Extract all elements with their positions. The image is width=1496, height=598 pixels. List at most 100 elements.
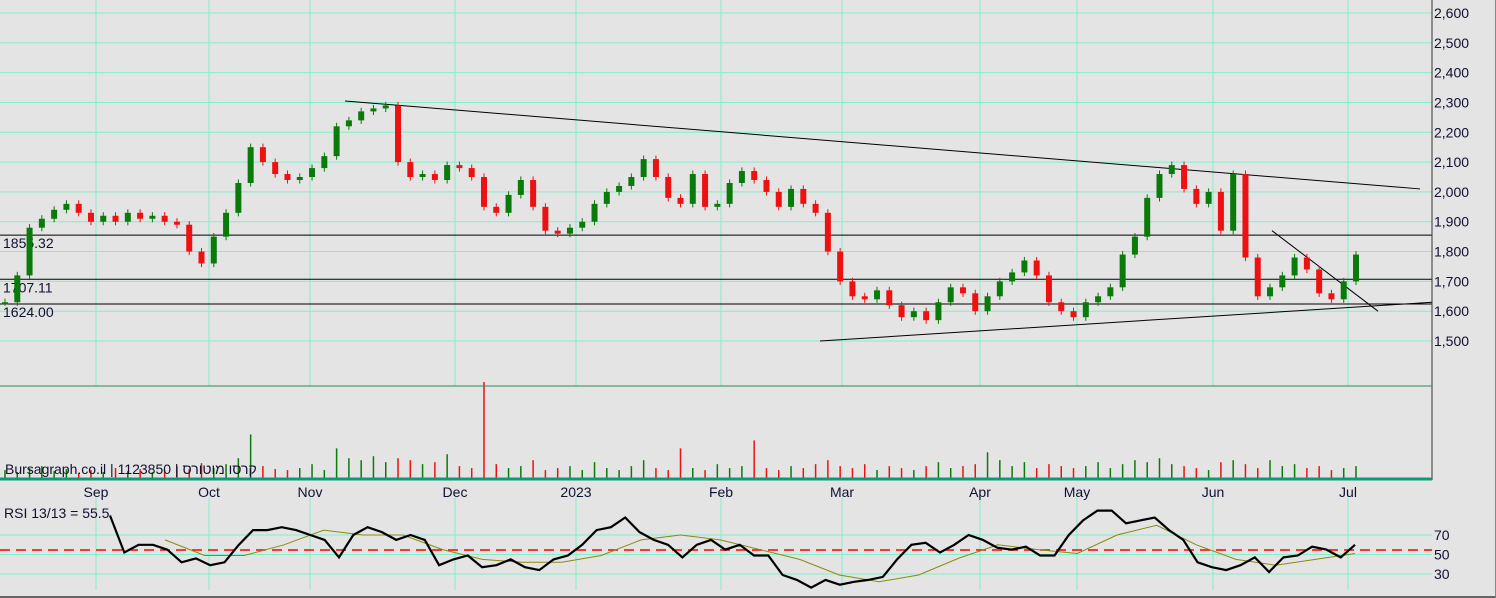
candle-body: [959, 287, 966, 294]
candle-body: [51, 209, 58, 219]
candle-body: [480, 177, 487, 207]
candle-body: [333, 126, 340, 157]
x-tick-label: Sep: [84, 484, 109, 500]
candle-body: [1045, 275, 1052, 303]
candle-body: [1033, 260, 1040, 276]
trendline: [1271, 230, 1379, 312]
candle-body: [1058, 302, 1065, 312]
candle-body: [358, 111, 365, 121]
candle-body: [1316, 269, 1323, 294]
candle-body: [124, 212, 131, 222]
candle-body: [63, 203, 70, 210]
candle-body: [726, 182, 733, 204]
candle-body: [566, 227, 573, 234]
candle-body: [1021, 260, 1028, 273]
x-tick-label: Mar: [830, 484, 854, 500]
level-label: 1707.11: [3, 279, 53, 295]
candle-body: [1291, 257, 1298, 276]
candle-body: [677, 197, 684, 204]
candle-body: [935, 302, 942, 321]
candle-body: [910, 311, 917, 318]
candle-body: [1193, 188, 1200, 204]
candle-body: [824, 212, 831, 252]
rsi-line: [108, 509, 1356, 589]
candle-body: [861, 296, 868, 300]
y-tick-label: 2,400: [1434, 65, 1469, 81]
candle-body: [1144, 197, 1151, 237]
candle-body: [112, 215, 119, 222]
candle-body: [788, 188, 795, 207]
candle-body: [984, 296, 991, 312]
candle-body: [38, 218, 45, 228]
candle-body: [1082, 302, 1089, 318]
candle-body: [972, 293, 979, 312]
candle-body: [284, 174, 291, 180]
y-tick-label: 2,300: [1434, 94, 1469, 110]
candle-body: [530, 179, 537, 207]
y-tick-label: 1,800: [1434, 244, 1469, 260]
candle-body: [775, 191, 782, 207]
candle-body: [321, 156, 328, 169]
candle-body: [1156, 174, 1163, 198]
rsi-panel: 70 50 30: [0, 509, 1450, 589]
candle-body: [259, 147, 266, 163]
candle-body: [996, 281, 1003, 297]
candle-body: [849, 281, 856, 297]
candle-body: [345, 120, 352, 127]
candle-body: [923, 311, 930, 321]
candle-body: [137, 212, 144, 219]
candle-body: [898, 305, 905, 318]
x-tick-label: Feb: [709, 484, 733, 500]
trendline: [344, 100, 1421, 190]
rsi-label: RSI 13/13 = 55.5: [4, 505, 110, 521]
candle-body: [100, 215, 107, 222]
x-tick-label: Jun: [1202, 484, 1225, 500]
candle-body: [456, 165, 463, 169]
candle-body: [616, 185, 623, 192]
candle-body: [444, 165, 451, 180]
candle-body: [886, 290, 893, 306]
candle-body: [738, 171, 745, 183]
candle-body: [407, 162, 414, 178]
candle-body: [309, 168, 316, 178]
rsi-tick-label: 30: [1434, 566, 1450, 582]
candle-body: [272, 162, 279, 175]
candle-body: [1181, 165, 1188, 189]
x-tick-label: Nov: [298, 484, 323, 500]
x-tick-label: May: [1064, 484, 1090, 500]
candle-body: [1353, 254, 1359, 282]
rsi-tick-label: 70: [1434, 527, 1450, 543]
candle-body: [1009, 272, 1016, 282]
candle-body: [296, 177, 303, 180]
x-tick-label: 2023: [560, 484, 591, 500]
candle-body: [874, 290, 881, 300]
candle-body: [247, 147, 254, 183]
candle-body: [505, 194, 512, 213]
candle-body: [628, 177, 635, 186]
candle-body: [382, 105, 389, 109]
chart-svg: 1855.321707.111624.00 705030 SepOctNovDe…: [0, 0, 1469, 590]
candle-body: [702, 174, 709, 207]
level-label: 1624.00: [3, 304, 54, 320]
candle-body: [812, 203, 819, 213]
candle-body: [1328, 293, 1335, 300]
rsi-signal-line: [164, 524, 1356, 583]
candle-body: [223, 212, 230, 237]
candles: [2, 101, 1359, 324]
candle-body: [665, 177, 672, 198]
y-tick-label: 1,500: [1434, 333, 1469, 349]
candle-body: [87, 212, 94, 222]
candle-body: [652, 159, 659, 178]
candle-body: [1254, 257, 1261, 297]
y-tick-label: 2,600: [1434, 5, 1469, 21]
candle-body: [1168, 165, 1175, 175]
y-tick-label: 1,900: [1434, 214, 1469, 230]
candle-body: [1131, 236, 1138, 255]
candle-body: [198, 251, 205, 264]
candle-body: [431, 174, 438, 180]
y-tick-label: 1,600: [1434, 303, 1469, 319]
candle-body: [554, 230, 561, 234]
candle-body: [2, 302, 8, 305]
gridlines: [0, 0, 1432, 590]
candle-body: [714, 203, 721, 207]
